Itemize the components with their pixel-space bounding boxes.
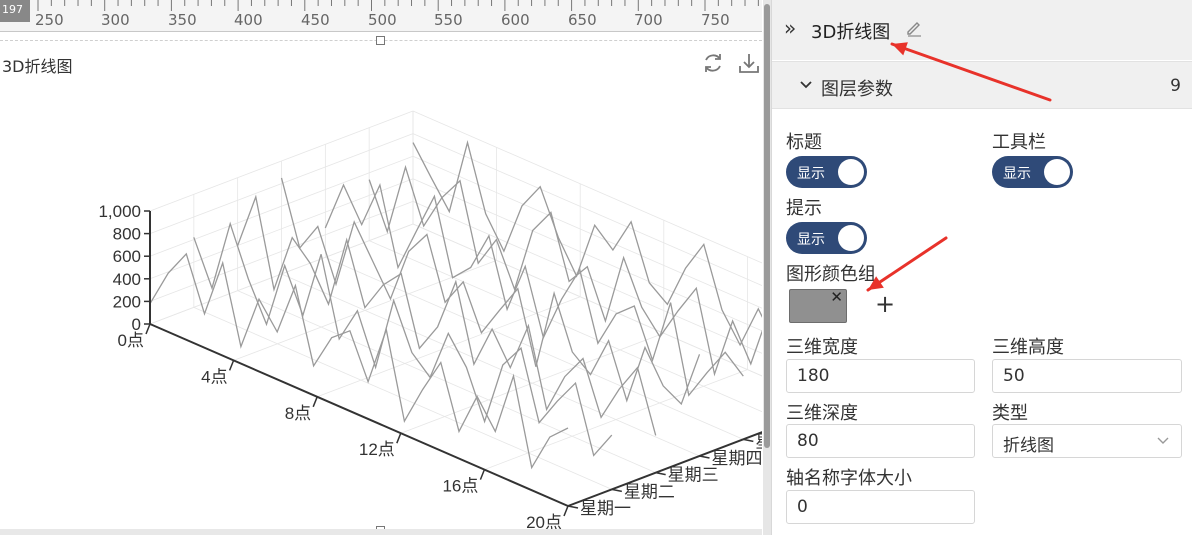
grid-line [412,223,762,377]
ruler-label: 600 [501,11,530,29]
ruler-label: 650 [568,11,597,29]
palette-label: 图形颜色组 [786,264,876,285]
x-tick-label: 4点 [201,367,227,386]
z-tick-label: 200 [113,292,141,311]
type-select-value: 折线图 [1003,436,1054,456]
tooltip-toggle[interactable]: 显示 [786,222,867,254]
type-label: 类型 [992,403,1028,424]
grid-line [237,290,656,474]
series-line [368,164,762,377]
section-count: 9 [1170,76,1181,96]
x-tick [312,396,318,408]
z-tick-label: 1,000 [98,202,141,221]
toolbar-label: 工具栏 [992,132,1046,153]
z-tick-label: 600 [113,247,141,266]
scrollbar-thumb[interactable] [764,4,770,448]
toggle-knob [838,159,864,185]
properties-panel: » 3D折线图 图层参数 9 标题 显示 工具栏 显示 提示 显示 图形颜色组 … [771,0,1192,535]
ruler-label: 300 [101,11,130,29]
axis-font-size-input[interactable]: 0 [786,490,975,524]
x-tick-label: 0点 [118,331,144,350]
toggle-text: 显示 [1003,166,1031,182]
grid-line [193,306,612,490]
chart-component[interactable]: 3D折线图 1,000 800 600 400 200 0 0点 4点 8点 12点 16点 20点星… [0,40,762,535]
panel-header: » 3D折线图 [772,0,1192,60]
y-tick [655,471,666,476]
ruler-label: 250 [35,11,64,29]
y-tick-label: 星期五 [755,432,762,451]
chart-3d-plot: 1,00080060040020000点4点8点12点16点20点星期一星期二星… [98,110,763,532]
series-line [237,194,657,436]
title-toggle[interactable]: 显示 [786,156,867,188]
add-color-icon[interactable]: + [875,290,895,318]
ruler-label: 700 [634,11,663,29]
remove-color-icon[interactable]: ✕ [830,288,843,306]
horizontal-scrollbar[interactable] [0,529,762,535]
edit-name-icon[interactable] [905,19,923,37]
series-line [280,177,701,406]
vertical-scrollbar[interactable] [763,0,771,535]
width-label: 三维宽度 [786,337,858,358]
ruler-label: 500 [368,11,397,29]
axis-font-size-label: 轴名称字体大小 [786,468,912,489]
section-title: 图层参数 [821,79,893,100]
ruler-label: 450 [301,11,330,29]
ruler-label: 350 [168,11,197,29]
chevron-down-icon [1157,437,1169,444]
grid-line [412,201,762,354]
grid-line [412,223,762,377]
design-canvas[interactable]: 3D折线图 1,000 800 600 400 200 0 0点 4点 8点 12点 16点 20点星… [0,32,762,535]
x-axis-line [149,323,569,507]
x-tick-label: 8点 [285,404,311,423]
y-tick [699,455,710,459]
depth-input[interactable]: 80 [786,424,975,458]
ruler-label: 550 [434,11,463,29]
x-tick-label: 12点 [359,440,395,459]
toggle-text: 显示 [797,232,825,248]
x-tick [479,469,486,480]
y-tick [611,488,622,493]
y-tick [567,505,579,509]
y-tick-label: 星期三 [668,466,719,485]
chevron-down-icon [800,81,812,89]
y-tick-label: 星期四 [712,449,763,468]
toggle-text: 显示 [797,166,825,182]
grid-line [281,273,700,457]
grid-line [325,256,744,440]
type-select[interactable]: 折线图 [992,424,1182,458]
tooltip-label: 提示 [786,198,822,219]
toggle-knob [1044,159,1070,185]
x-tick [563,505,569,517]
ruler-position-badge: 197 [0,0,30,22]
ruler-label: 750 [701,11,730,29]
y-tick-label: 星期一 [580,499,631,518]
resize-handle-top[interactable] [376,36,385,45]
ruler-label: 400 [234,11,263,29]
color-swatch[interactable]: ✕ [789,288,847,323]
y-tick [743,438,754,443]
depth-label: 三维深度 [786,403,858,424]
title-label: 标题 [786,132,822,153]
layer-params-section[interactable]: 图层参数 9 [772,61,1192,109]
component-name: 3D折线图 [811,22,891,43]
x-tick [396,432,402,444]
height-input[interactable]: 50 [992,359,1182,393]
z-tick-label: 400 [113,270,141,289]
x-tick [145,323,151,335]
x-tick [228,360,235,371]
toggle-knob [838,225,864,251]
toolbar-toggle[interactable]: 显示 [992,156,1073,188]
z-tick-label: 800 [113,225,141,244]
x-tick-label: 16点 [442,477,478,496]
collapse-panel-icon[interactable]: » [784,16,796,40]
y-tick-label: 星期二 [624,482,675,501]
horizontal-ruler: 197 250 300 350 400 450 500 550 600 650 … [0,0,762,32]
width-input[interactable]: 180 [786,359,975,393]
height-label: 三维高度 [992,337,1064,358]
series-line [324,182,744,397]
